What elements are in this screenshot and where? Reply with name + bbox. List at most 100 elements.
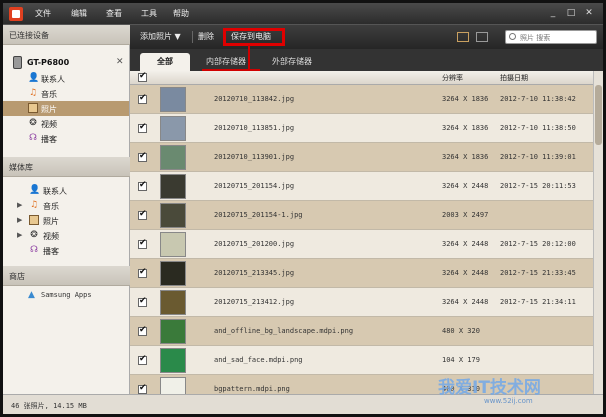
library-item-label: 视频 (43, 232, 59, 241)
menu-edit[interactable]: 编辑 (71, 8, 87, 19)
add-photo-button[interactable]: 添加照片 ▼ (136, 29, 185, 45)
table-row[interactable]: 20120710_113842.jpg 3264 X 1836 2012-7-10 … (130, 85, 593, 114)
disconnect-icon[interactable]: ✕ (116, 57, 124, 67)
row-checkbox[interactable] (138, 325, 147, 336)
library-item-label: 播客 (43, 247, 59, 256)
device-row[interactable]: GT-P6800 ✕ (3, 55, 130, 71)
maximize-icon[interactable]: □ (565, 7, 577, 19)
menu-tools[interactable]: 工具 (141, 8, 157, 19)
table-row[interactable]: and_offline_bg_landscape.mdpi.png 480 X 3… (130, 317, 593, 346)
sidebar-item-contacts[interactable]: 👤 联系人 (3, 71, 129, 86)
row-checkbox[interactable] (138, 267, 147, 278)
cell-resolution: 3264 X 2448 (442, 298, 489, 306)
minimize-icon[interactable]: _ (547, 7, 559, 19)
music-icon: ♫ (29, 200, 39, 210)
row-checkbox[interactable] (138, 122, 147, 133)
library-item-contacts[interactable]: 👤 联系人 (3, 183, 129, 198)
library-item-photos[interactable]: ▶ 照片 (3, 213, 129, 228)
table-row[interactable]: and_sad_face.mdpi.png 104 X 179 (130, 346, 593, 375)
library-item-music[interactable]: ▶ ♫ 音乐 (3, 198, 129, 213)
table-row[interactable]: 20120710_113901.jpg 3264 X 1836 2012-7-10 … (130, 143, 593, 172)
photo-thumbnail[interactable] (160, 174, 186, 199)
tab-all[interactable]: 全部 (140, 53, 190, 71)
close-icon[interactable]: ✕ (583, 7, 595, 19)
row-checkbox[interactable] (138, 151, 147, 162)
photo-thumbnail[interactable] (160, 377, 186, 394)
photo-thumbnail[interactable] (160, 116, 186, 141)
sidebar: 已连接设备 GT-P6800 ✕ 👤 联系人 ♫ 音乐 照片 ❂ 视频 ☊ 播客… (3, 25, 130, 394)
row-checkbox[interactable] (138, 180, 147, 191)
highlight-frame (223, 28, 285, 46)
cell-name: 20120715_213412.jpg (214, 298, 295, 306)
sidebar-item-label: 照片 (41, 105, 57, 114)
photo-thumbnail[interactable] (160, 290, 186, 315)
cell-resolution: 3264 X 2448 (442, 240, 489, 248)
photo-thumbnail[interactable] (160, 232, 186, 257)
photo-table: 分辨率 拍摄日期 20120710_113842.jpg3264 X 18362… (130, 71, 603, 394)
cell-name: and_sad_face.mdpi.png (214, 356, 303, 364)
list-view-icon[interactable] (457, 32, 469, 42)
table-row[interactable]: 20120710_113851.jpg 3264 X 1836 2012-7-10 … (130, 114, 593, 143)
select-all-checkbox[interactable] (138, 71, 147, 82)
library-item-videos[interactable]: ▶ ❂ 视频 (3, 228, 129, 243)
sidebar-item-photos[interactable]: 照片 (3, 101, 129, 116)
tab-external-storage[interactable]: 外部存储器 (260, 53, 324, 71)
photo-thumbnail[interactable] (160, 261, 186, 286)
delete-button[interactable]: 删除 (194, 29, 218, 45)
table-row[interactable]: 20120715_201154.jpg 3264 X 2448 2012-7-15 … (130, 172, 593, 201)
table-row[interactable]: 20120715_213345.jpg 3264 X 2448 2012-7-15 … (130, 259, 593, 288)
section-library: 媒体库 (3, 157, 130, 177)
sidebar-item-podcasts[interactable]: ☊ 播客 (3, 131, 129, 146)
samsung-apps-icon: ▲ (28, 290, 35, 300)
menu-view[interactable]: 查看 (106, 8, 122, 19)
library-item-label: 照片 (43, 217, 59, 226)
search-box[interactable] (505, 30, 597, 44)
grid-view-icon[interactable] (476, 32, 488, 42)
storage-tabs: 全部 内部存储器 外部存储器 (130, 49, 603, 71)
expand-arrow-icon[interactable]: ▶ (17, 231, 22, 239)
expand-arrow-icon[interactable]: ▶ (17, 201, 22, 209)
photo-icon (28, 103, 38, 113)
column-date[interactable]: 拍摄日期 (500, 73, 528, 83)
row-checkbox[interactable] (138, 238, 147, 249)
sidebar-item-music[interactable]: ♫ 音乐 (3, 86, 129, 101)
cell-name: 20120715_201154-1.jpg (214, 211, 303, 219)
photo-thumbnail[interactable] (160, 319, 186, 344)
search-input[interactable] (520, 32, 594, 43)
column-resolution[interactable]: 分辨率 (442, 73, 463, 83)
photo-thumbnail[interactable] (160, 145, 186, 170)
table-row[interactable]: 20120715_201200.jpg 3264 X 2448 2012-7-15 … (130, 230, 593, 259)
search-icon (509, 33, 516, 40)
cell-resolution: 3264 X 1836 (442, 95, 489, 103)
row-checkbox[interactable] (138, 93, 147, 104)
vertical-scrollbar[interactable] (593, 71, 603, 394)
table-row[interactable]: 20120715_213412.jpg 3264 X 2448 2012-7-15 … (130, 288, 593, 317)
scrollbar-thumb[interactable] (595, 85, 602, 145)
row-checkbox[interactable] (138, 383, 147, 394)
menu-help[interactable]: 帮助 (173, 8, 189, 19)
cell-date: 2012-7-10 11:38:42 (500, 95, 576, 103)
expand-arrow-icon[interactable]: ▶ (17, 216, 22, 224)
row-checkbox[interactable] (138, 209, 147, 220)
photo-thumbnail[interactable] (160, 348, 186, 373)
table-row[interactable]: 20120715_201154-1.jpg 2003 X 2497 (130, 201, 593, 230)
row-checkbox[interactable] (138, 354, 147, 365)
menu-bar: 文件 编辑 查看 工具 帮助 _ □ ✕ (3, 3, 603, 25)
library-item-label: 音乐 (43, 202, 59, 211)
app-logo-icon (9, 7, 23, 21)
store-item-samsung-apps[interactable]: ▲ Samsung Apps (3, 288, 129, 303)
photo-thumbnail[interactable] (160, 203, 186, 228)
library-item-podcasts[interactable]: ☊ 播客 (3, 243, 129, 258)
cell-date: 2012-7-15 21:34:11 (500, 298, 576, 306)
cell-date: 2012-7-10 11:39:01 (500, 153, 576, 161)
library-item-label: 联系人 (43, 187, 67, 196)
photo-thumbnail[interactable] (160, 87, 186, 112)
row-checkbox[interactable] (138, 296, 147, 307)
cell-resolution: 3264 X 1836 (442, 124, 489, 132)
cell-name: 20120710_113901.jpg (214, 153, 295, 161)
sidebar-item-videos[interactable]: ❂ 视频 (3, 116, 129, 131)
video-icon: ❂ (30, 230, 38, 240)
menu-file[interactable]: 文件 (35, 8, 51, 19)
table-row[interactable]: bgpattern.mdpi.png 400 X 310 (130, 375, 593, 394)
status-text: 46 张照片, 14.15 MB (11, 402, 87, 410)
